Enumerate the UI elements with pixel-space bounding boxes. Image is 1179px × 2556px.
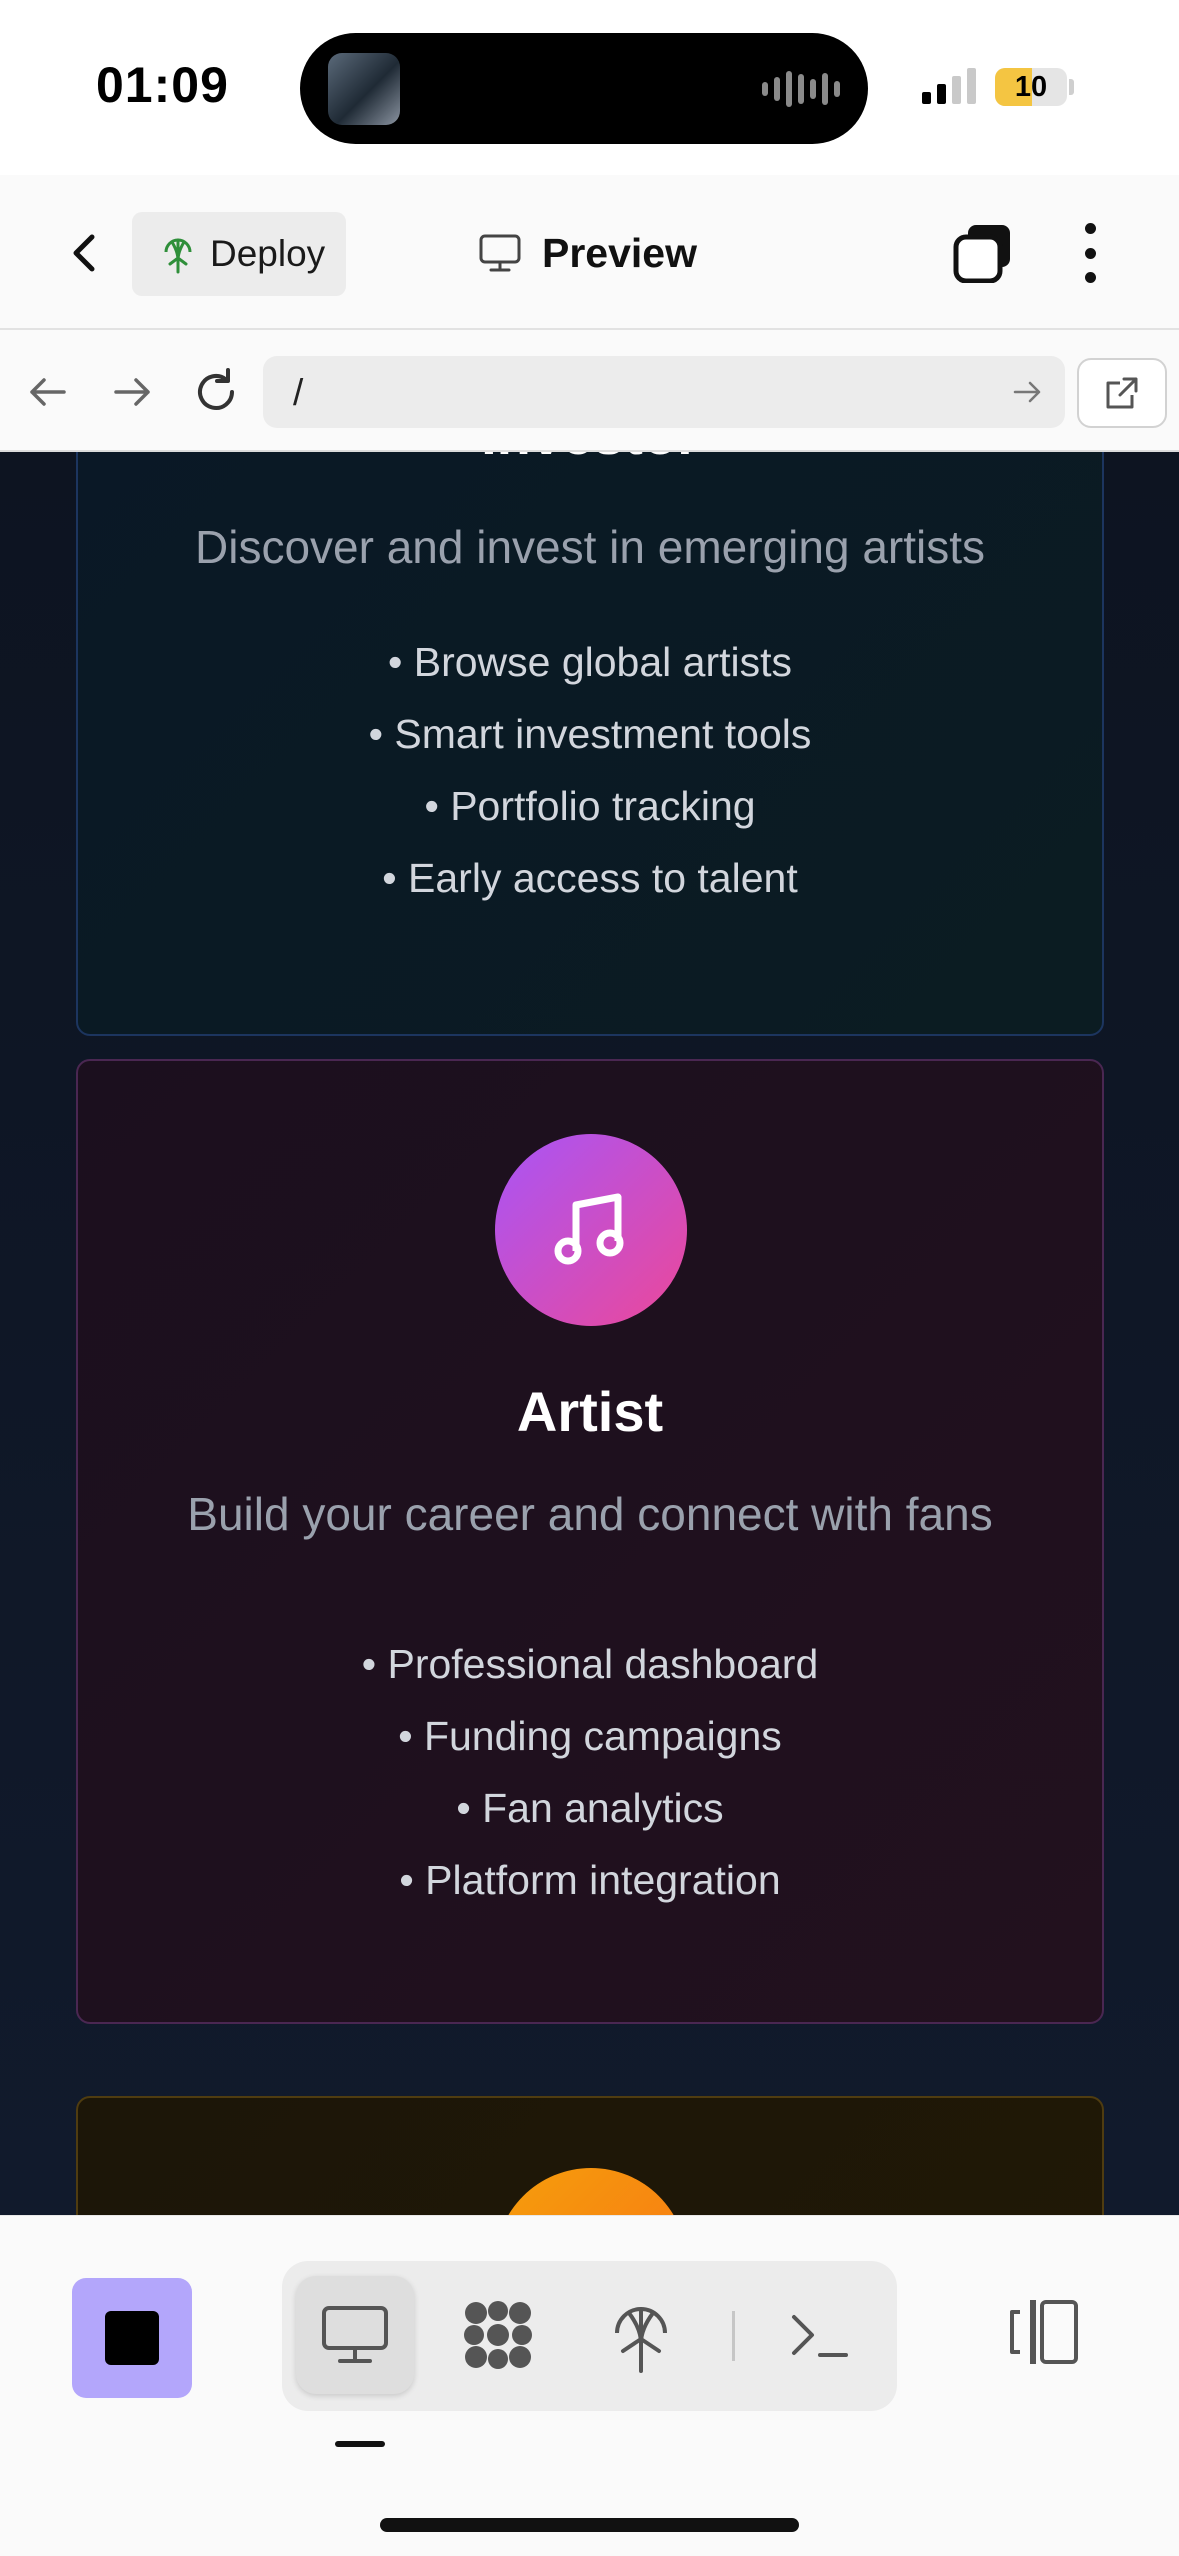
list-item: Smart investment tools: [78, 698, 1102, 770]
desktop-preview-button[interactable]: [296, 2276, 414, 2394]
investor-feature-list: Browse global artists Smart investment t…: [78, 626, 1102, 914]
list-item: Browse global artists: [78, 626, 1102, 698]
deploy-tool-button[interactable]: [582, 2276, 700, 2394]
arrow-left-icon: [30, 378, 66, 406]
terminal-button[interactable]: [760, 2276, 878, 2394]
artist-card[interactable]: Artist Build your career and connect wit…: [76, 1059, 1104, 2024]
more-vertical-icon[interactable]: [1070, 223, 1110, 283]
terminal-icon: [792, 2315, 848, 2357]
investor-description: Discover and invest in emerging artists: [195, 521, 985, 573]
chevron-left-icon: [73, 234, 95, 272]
dynamic-island[interactable]: [300, 33, 868, 144]
app-header: Deploy Preview: [0, 175, 1179, 330]
stop-button[interactable]: [72, 2278, 192, 2398]
shapes-grid-button[interactable]: [439, 2276, 557, 2394]
battery-cap: [1069, 79, 1074, 95]
deploy-label: Deploy: [210, 233, 326, 274]
investor-card[interactable]: Investor Discover and invest in emerging…: [76, 452, 1104, 1036]
status-time: 01:09: [96, 57, 229, 113]
artist-description: Build your career and connect with fans: [187, 1488, 993, 1540]
list-item: Funding campaigns: [78, 1700, 1102, 1772]
list-item: Portfolio tracking: [78, 770, 1102, 842]
artist-icon-badge: [495, 1134, 687, 1326]
shapes-grid-icon: [464, 2301, 532, 2369]
artist-feature-list: Professional dashboard Funding campaigns…: [78, 1628, 1102, 1916]
list-item: Platform integration: [78, 1844, 1102, 1916]
back-button[interactable]: [58, 225, 114, 281]
external-link-icon: [1106, 377, 1138, 409]
url-text: /: [293, 372, 304, 413]
browser-bar: /: [0, 330, 1179, 452]
list-item: Professional dashboard: [78, 1628, 1102, 1700]
card-icon-badge: [495, 2168, 687, 2215]
list-item: Fan analytics: [78, 1772, 1102, 1844]
preview-tab[interactable]: Preview: [478, 217, 697, 289]
browser-back-button[interactable]: [20, 364, 76, 420]
panel-toggle-button[interactable]: [1006, 2292, 1086, 2372]
monitor-icon: [479, 234, 521, 272]
go-arrow-icon[interactable]: [1009, 374, 1045, 410]
music-note-icon: [554, 1193, 624, 1265]
reload-icon: [198, 368, 234, 410]
investor-title: Investor: [78, 452, 1102, 467]
tool-switcher: [282, 2261, 897, 2411]
partially-visible-card[interactable]: [76, 2096, 1104, 2215]
preview-viewport[interactable]: Investor Discover and invest in emerging…: [0, 452, 1179, 2215]
stop-icon: [105, 2311, 159, 2365]
battery-icon: 10: [995, 68, 1067, 106]
status-bar: 01:09 10: [0, 0, 1179, 175]
bottom-toolbar: [0, 2215, 1179, 2556]
globe-tree-icon: [164, 238, 192, 274]
list-item: Early access to talent: [78, 842, 1102, 914]
open-external-button[interactable]: [1077, 358, 1167, 428]
active-tab-indicator: [335, 2441, 385, 2447]
panel-toggle-icon: [1010, 2300, 1078, 2364]
toolbar-divider: [732, 2311, 735, 2361]
deploy-icon: [615, 2307, 667, 2373]
browser-forward-button[interactable]: [104, 364, 160, 420]
audio-waveform-icon: [762, 71, 840, 107]
desktop-preview-icon: [322, 2306, 388, 2363]
arrow-right-icon: [114, 378, 150, 406]
reload-button[interactable]: [188, 364, 244, 420]
home-indicator[interactable]: [380, 2518, 799, 2532]
cellular-signal-icon: [922, 66, 976, 104]
artist-title: Artist: [516, 1380, 664, 1443]
deploy-button[interactable]: Deploy: [132, 212, 346, 296]
battery-level: 10: [1014, 71, 1048, 103]
url-input[interactable]: /: [263, 356, 1065, 428]
preview-label: Preview: [542, 229, 697, 276]
now-playing-artwork: [328, 53, 400, 125]
stacked-squares-icon[interactable]: [952, 223, 1012, 284]
